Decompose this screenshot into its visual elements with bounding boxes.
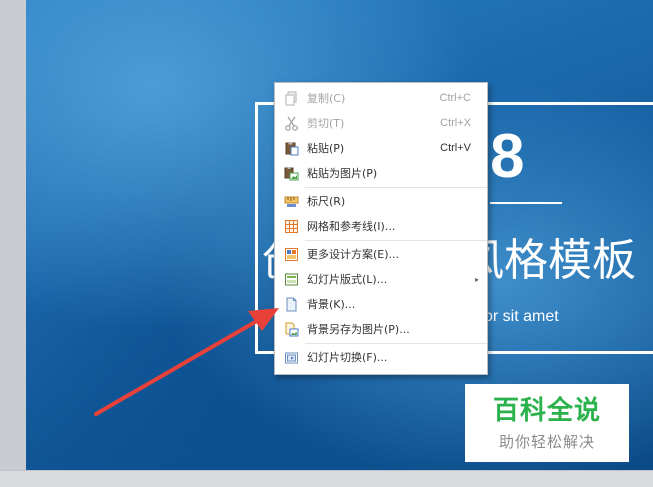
design-scheme-icon — [285, 248, 298, 261]
menu-separator — [305, 343, 487, 344]
menu-item-label: 剪切(T) — [307, 117, 345, 130]
watermark-title: 百科全说 — [492, 396, 601, 426]
slide-panel-edge — [0, 0, 26, 487]
menu-item-more-design[interactable]: 更多设计方案(E)... — [275, 242, 487, 267]
menu-item-slide-layout[interactable]: 幻灯片版式(L)... ▸ — [275, 267, 487, 292]
menu-item-slide-transition[interactable]: 幻灯片切换(F)... — [275, 345, 487, 370]
menu-item-copy[interactable]: 复制(C) Ctrl+C — [275, 86, 487, 111]
menu-item-label: 标尺(R) — [307, 195, 346, 208]
menu-item-label: 幻灯片切换(F)... — [307, 351, 388, 364]
menu-item-background[interactable]: 背景(K)... — [275, 292, 487, 317]
context-menu: 复制(C) Ctrl+C 剪切(T) Ctrl+X 粘贴(P) Ctrl+V 粘… — [274, 82, 488, 375]
menu-item-ruler[interactable]: 标尺(R) — [275, 189, 487, 214]
slide-divider-line — [490, 202, 562, 204]
menu-separator — [305, 240, 487, 241]
background-icon — [286, 297, 297, 312]
status-bar — [0, 470, 653, 487]
copy-icon — [285, 91, 297, 106]
menu-item-shortcut: Ctrl+X — [440, 117, 471, 129]
save-background-icon — [285, 322, 299, 337]
slide-transition-icon — [285, 352, 298, 364]
grid-icon — [285, 220, 298, 233]
menu-separator — [305, 187, 487, 188]
menu-item-label: 复制(C) — [307, 92, 346, 105]
submenu-arrow-icon: ▸ — [474, 275, 479, 284]
menu-item-label: 幻灯片版式(L)... — [307, 273, 388, 286]
menu-item-label: 更多设计方案(E)... — [307, 248, 400, 261]
menu-item-paste-as-picture[interactable]: 粘贴为图片(P) — [275, 161, 487, 186]
menu-item-label: 背景(K)... — [307, 298, 356, 311]
watermark-badge: 百科全说 助你轻松解决 — [465, 384, 629, 462]
paste-icon — [285, 142, 299, 156]
ruler-icon — [284, 196, 299, 207]
menu-item-shortcut: Ctrl+C — [439, 92, 471, 104]
menu-item-label: 网格和参考线(I)... — [307, 220, 396, 233]
menu-item-shortcut: Ctrl+V — [440, 142, 471, 154]
paste-as-picture-icon — [284, 167, 299, 181]
menu-item-grid-guides[interactable]: 网格和参考线(I)... — [275, 214, 487, 239]
scissors-icon — [285, 116, 298, 131]
menu-item-save-background-picture[interactable]: 背景另存为图片(P)... — [275, 317, 487, 342]
menu-item-cut[interactable]: 剪切(T) Ctrl+X — [275, 111, 487, 136]
menu-item-label: 粘贴为图片(P) — [307, 167, 378, 180]
watermark-subtitle: 助你轻松解决 — [498, 433, 595, 451]
slide-number-text: 8 — [490, 122, 525, 191]
slide-layout-icon — [285, 273, 298, 286]
menu-item-label: 背景另存为图片(P)... — [307, 323, 410, 336]
menu-item-label: 粘贴(P) — [307, 142, 345, 155]
menu-item-paste[interactable]: 粘贴(P) Ctrl+V — [275, 136, 487, 161]
slide-subtitle-text: or sit amet — [484, 308, 559, 325]
